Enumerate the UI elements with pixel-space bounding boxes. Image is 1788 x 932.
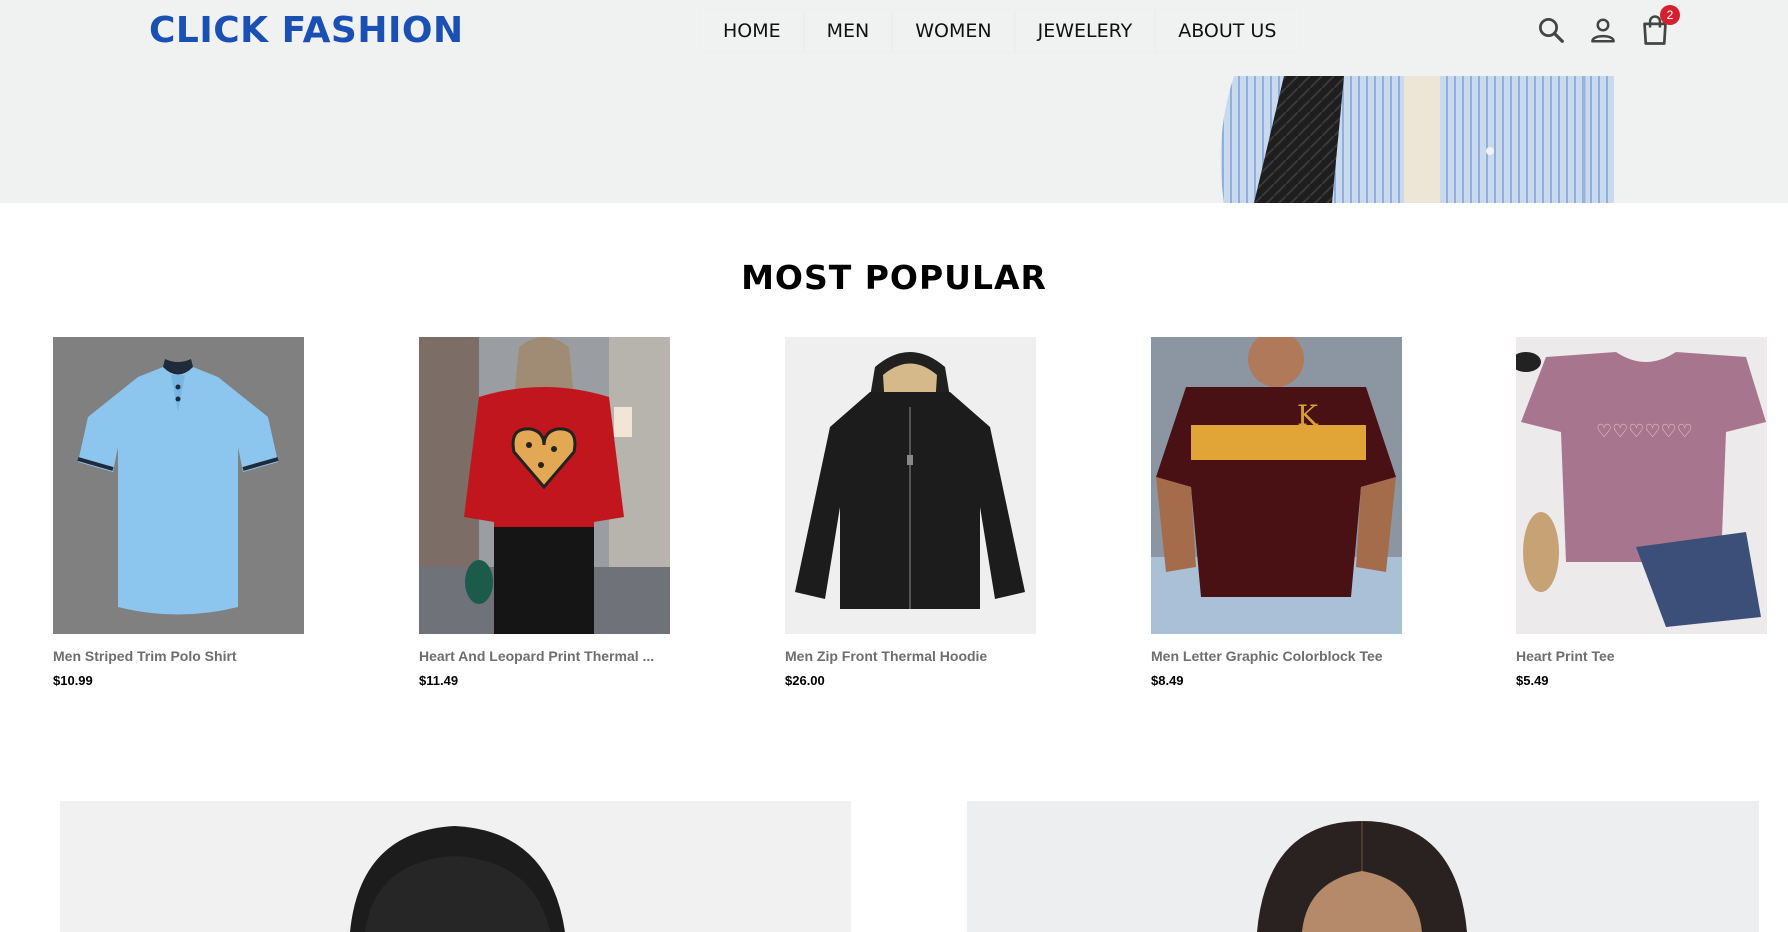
product-card[interactable]: Men Zip Front Thermal Hoodie $26.00 [785, 337, 1036, 688]
nav-jewelery[interactable]: JEWELERY [1015, 10, 1156, 52]
product-image-colorblock-tee[interactable]: K [1151, 337, 1402, 634]
category-banner-men[interactable] [60, 801, 851, 932]
search-button[interactable] [1534, 12, 1568, 48]
cart-count-badge: 2 [1660, 5, 1680, 25]
product-grid: Men Striped Trim Polo Shirt $10.99 Heart… [53, 337, 1788, 697]
nav-women[interactable]: WOMEN [892, 10, 1014, 52]
product-price: $10.99 [53, 673, 93, 688]
svg-text:K: K [1297, 399, 1319, 432]
product-image-heart-sweater[interactable] [419, 337, 670, 634]
female-model-image [1257, 821, 1467, 932]
user-icon [1591, 18, 1615, 43]
section-title: MOST POPULAR [741, 258, 1047, 297]
site-logo[interactable]: CLICK FASHION [149, 10, 464, 52]
nav-about-us[interactable]: ABOUT US [1155, 10, 1299, 52]
male-model-image [350, 826, 565, 932]
product-name[interactable]: Men Striped Trim Polo Shirt [53, 648, 304, 664]
product-card[interactable]: K Men Letter Graphic Colorblock Tee $8.4… [1151, 337, 1402, 688]
category-banner-women[interactable] [967, 801, 1759, 932]
product-price: $8.49 [1151, 673, 1184, 688]
product-card[interactable]: ♡♡♡♡♡♡ Heart Print Tee $5.49 [1516, 337, 1767, 688]
product-name[interactable]: Heart And Leopard Print Thermal ... [419, 648, 670, 664]
product-price: $5.49 [1516, 673, 1549, 688]
product-price: $11.49 [419, 673, 459, 688]
nav-home[interactable]: HOME [700, 10, 804, 52]
product-image-heart-print-tee[interactable]: ♡♡♡♡♡♡ [1516, 337, 1767, 634]
product-price: $26.00 [785, 673, 825, 688]
product-name[interactable]: Heart Print Tee [1516, 648, 1767, 664]
svg-text:♡♡♡♡♡♡: ♡♡♡♡♡♡ [1596, 421, 1693, 441]
header-actions: 2 [1534, 5, 1680, 48]
hero-banner[interactable] [0, 76, 1788, 203]
cart-button[interactable]: 2 [1638, 5, 1680, 48]
product-name[interactable]: Men Letter Graphic Colorblock Tee [1151, 648, 1402, 664]
product-card[interactable]: Men Striped Trim Polo Shirt $10.99 [53, 337, 304, 688]
hero-model-image [1220, 76, 1614, 203]
product-name[interactable]: Men Zip Front Thermal Hoodie [785, 648, 1036, 664]
main-nav: HOME MEN WOMEN JEWELERY ABOUT US [700, 10, 1299, 52]
product-card[interactable]: Heart And Leopard Print Thermal ... $11.… [419, 337, 670, 688]
search-icon [1539, 18, 1564, 43]
nav-men[interactable]: MEN [804, 10, 893, 52]
site-header: CLICK FASHION HOME MEN WOMEN JEWELERY AB… [0, 0, 1788, 76]
product-image-zip-hoodie[interactable] [785, 337, 1036, 634]
product-image-polo-shirt[interactable] [53, 337, 304, 634]
account-button[interactable] [1586, 12, 1620, 48]
